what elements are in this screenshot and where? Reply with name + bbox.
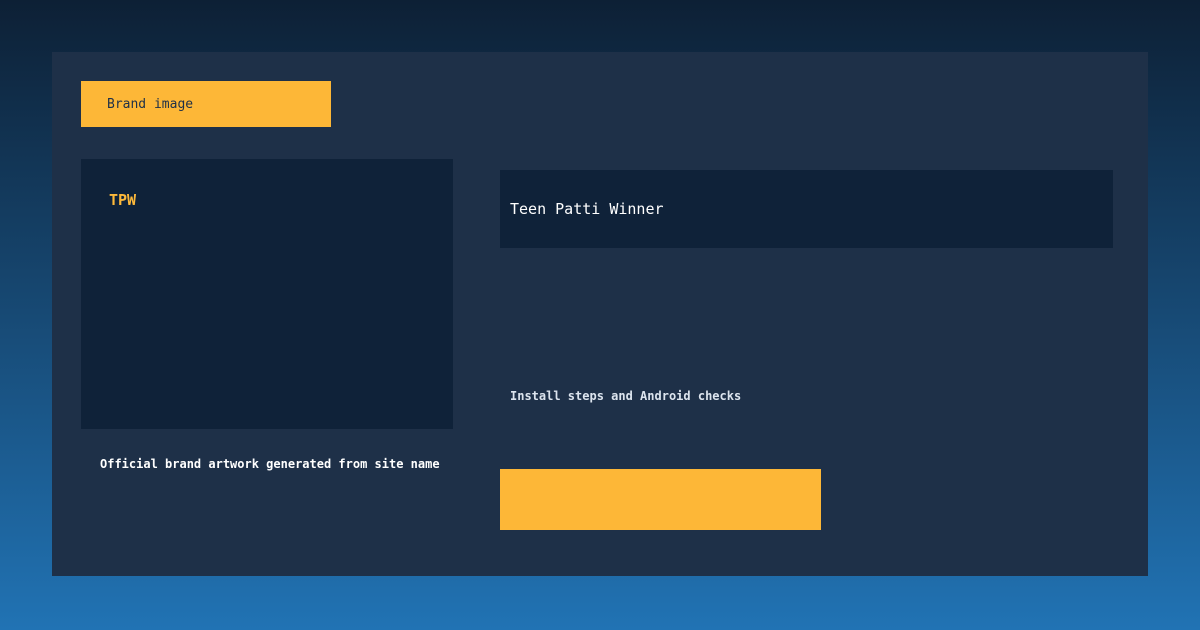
- brand-badge: Brand image: [81, 81, 331, 127]
- cta-button[interactable]: [500, 469, 821, 530]
- title-bar: Teen Patti Winner: [500, 170, 1113, 248]
- brand-badge-label: Brand image: [107, 98, 193, 111]
- content-subtitle: Install steps and Android checks: [510, 389, 741, 403]
- brand-monogram: TPW: [109, 191, 136, 209]
- page-title: Teen Patti Winner: [510, 202, 664, 217]
- og-card: Brand image TPW Official brand artwork g…: [52, 52, 1148, 576]
- artwork-placeholder: TPW: [81, 159, 453, 429]
- page-background: { "theme": { "bg_top": "#0d2035", "bg_bo…: [0, 0, 1200, 630]
- artwork-caption: Official brand artwork generated from si…: [100, 457, 440, 471]
